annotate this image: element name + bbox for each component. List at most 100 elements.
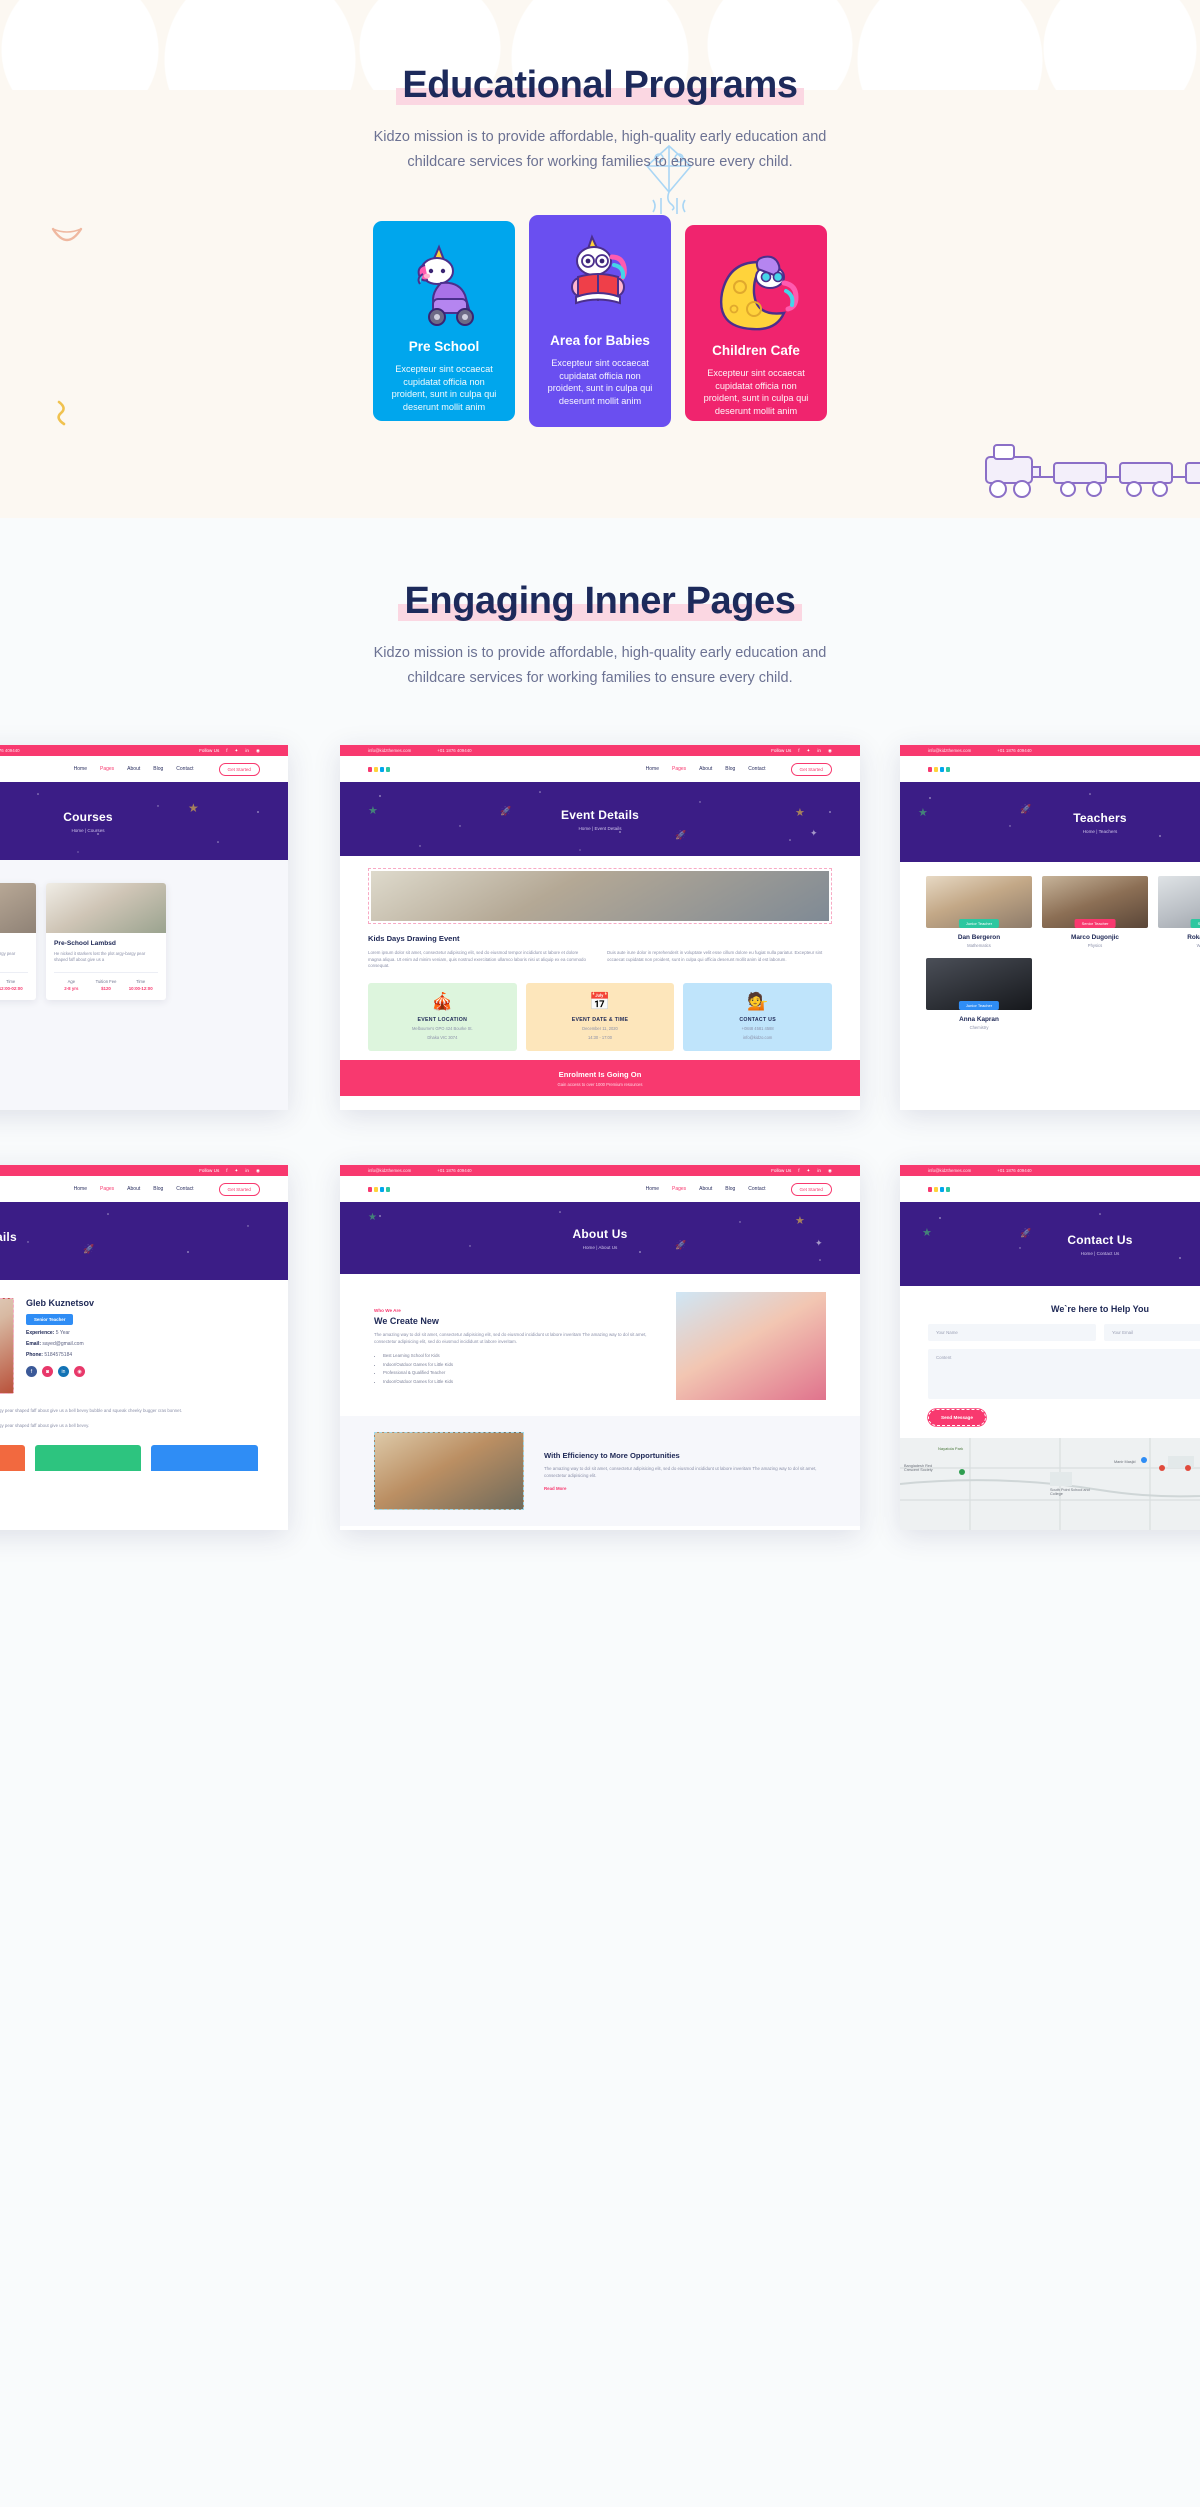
get-started-button[interactable]: Get Started bbox=[218, 762, 260, 776]
get-started-button[interactable]: Get Started bbox=[790, 1182, 832, 1196]
twitter-icon[interactable]: ✦ bbox=[807, 1168, 811, 1174]
info-card-title: EVENT DATE & TIME bbox=[571, 1016, 629, 1023]
nav-home[interactable]: Home bbox=[646, 766, 659, 772]
contact-form-heading: We`re here to Help You bbox=[1050, 1304, 1150, 1314]
course-meta-value: 10:00-12:00 bbox=[128, 985, 153, 991]
kidzo-logo[interactable] bbox=[928, 766, 950, 772]
facebook-icon[interactable]: f bbox=[226, 1168, 227, 1173]
follow-us-label: Follow Us bbox=[199, 748, 220, 753]
mockup-navbar: Home Pages bbox=[900, 1176, 1200, 1202]
facebook-icon[interactable]: f bbox=[26, 1366, 37, 1377]
kidzo-logo[interactable] bbox=[368, 1186, 390, 1192]
nav-blog[interactable]: Blog bbox=[153, 1186, 163, 1192]
nav-pages[interactable]: Pages bbox=[666, 1182, 686, 1195]
dribbble-icon[interactable]: ◉ bbox=[256, 748, 260, 754]
mockup-about-us[interactable]: info@kidzthemes.com +01 1876 409440 Foll… bbox=[340, 1165, 860, 1530]
program-card-area-for-babies[interactable]: Area for Babies Excepteur sint occaecat … bbox=[529, 215, 671, 427]
teacher-card[interactable]: Junior Teacher Anna Kapran Chemistry bbox=[926, 958, 1032, 1030]
map-label-red-crescent: Bangladesh Red Crescent Society bbox=[904, 1464, 933, 1472]
mockup-courses[interactable]: info@kidzthemes.com +01 1876 409440 Foll… bbox=[0, 745, 288, 1110]
read-more-link[interactable]: Read More bbox=[544, 1486, 826, 1491]
teacher-role: Web Developer bbox=[1196, 943, 1200, 948]
kidzo-logo[interactable] bbox=[928, 1186, 950, 1192]
facebook-icon[interactable]: f bbox=[226, 748, 227, 753]
name-input[interactable]: Your Name bbox=[928, 1324, 1096, 1341]
mockup-teacher-details[interactable]: Follow Us f ✦ in ◉ Home Pages About Blog… bbox=[0, 1165, 288, 1530]
nav-home[interactable]: Home bbox=[646, 1186, 659, 1192]
topbar-phone: +01 1876 409440 bbox=[437, 748, 472, 753]
mockup-navbar: Home Pages About Blog Contact Get Starte… bbox=[0, 1176, 288, 1202]
event-contact-card[interactable]: 💁 CONTACT US +0848 4581 4588 info@kidzo.… bbox=[683, 982, 833, 1051]
mockup-hero: ★✈ Courses Home | Courses bbox=[0, 782, 288, 860]
mockup-event-details[interactable]: info@kidzthemes.com +01 1876 409440 Foll… bbox=[340, 745, 860, 1110]
map-label-manir-masjid: Manir Masjid bbox=[1114, 1460, 1136, 1464]
info-card-line1: December 11, 2020 bbox=[582, 1025, 618, 1031]
teacher-card[interactable]: Senior Teacher Marco Dugonjic Physics bbox=[1042, 876, 1148, 948]
unicorn-on-moon-icon bbox=[697, 241, 815, 333]
course-meta-value: 12:00-02:00 bbox=[0, 985, 23, 991]
course-card[interactable]: Junior Lambs He nicked it starkers lost … bbox=[0, 883, 36, 1000]
mockup-teachers[interactable]: info@kidzthemes.com +01 1876 409440 f ✦ … bbox=[900, 745, 1200, 1110]
nav-about[interactable]: About bbox=[699, 1186, 712, 1192]
nav-pages[interactable]: Pages bbox=[666, 762, 686, 775]
linkedin-icon[interactable]: in bbox=[817, 1168, 821, 1173]
topbar-email: info@kidzthemes.com bbox=[368, 1168, 412, 1173]
nav-about[interactable]: About bbox=[699, 766, 712, 772]
teacher-grid: Junior Teacher Dan Bergeron Mathematics … bbox=[926, 876, 1200, 1030]
course-card[interactable]: Pre-School Lambsd He nicked it starkers … bbox=[46, 883, 166, 1000]
dribbble-icon[interactable]: ◉ bbox=[828, 748, 832, 754]
program-card-pre-school[interactable]: Pre School Excepteur sint occaecat cupid… bbox=[373, 221, 515, 421]
facebook-icon[interactable]: f bbox=[798, 1168, 799, 1173]
nav-about[interactable]: About bbox=[127, 766, 140, 772]
send-message-button[interactable]: Send Message bbox=[928, 1409, 986, 1426]
kidzo-logo[interactable] bbox=[368, 766, 390, 772]
event-datetime-card[interactable]: 📅 EVENT DATE & TIME December 11, 2020 14… bbox=[525, 982, 675, 1051]
about-eyebrow: Who We Are bbox=[374, 1308, 401, 1314]
nav-blog[interactable]: Blog bbox=[153, 766, 163, 772]
follow-us-label: Follow Us bbox=[771, 748, 792, 753]
hero-title: Contact Us bbox=[1067, 1232, 1133, 1247]
program-card-children-cafe[interactable]: Children Cafe Excepteur sint occaecat cu… bbox=[685, 225, 827, 421]
nav-contact[interactable]: Contact bbox=[748, 766, 765, 772]
svg-text:★: ★ bbox=[918, 807, 928, 819]
instagram-icon[interactable]: ◙ bbox=[42, 1366, 53, 1377]
email-input[interactable]: Your Email bbox=[1104, 1324, 1200, 1341]
nav-about[interactable]: About bbox=[127, 1186, 140, 1192]
event-photo bbox=[368, 868, 832, 924]
linkedin-icon[interactable]: in bbox=[817, 748, 821, 753]
dribbble-icon[interactable]: ◉ bbox=[256, 1168, 260, 1174]
teacher-role: Physics bbox=[1087, 943, 1103, 948]
nav-pages[interactable]: Pages bbox=[94, 762, 114, 775]
nav-home[interactable]: Home bbox=[74, 1186, 87, 1192]
nav-pages[interactable]: Pages bbox=[94, 1182, 114, 1195]
nav-contact[interactable]: Contact bbox=[176, 766, 193, 772]
nav-blog[interactable]: Blog bbox=[725, 766, 735, 772]
linkedin-icon[interactable]: in bbox=[58, 1366, 69, 1377]
twitter-icon[interactable]: ✦ bbox=[235, 1168, 239, 1174]
park-tent-icon: 🎪 bbox=[431, 991, 453, 1011]
mockup-contact[interactable]: info@kidzthemes.com +01 1876 409440 Home… bbox=[900, 1165, 1200, 1530]
contact-map[interactable]: Nayatola Park Bangladesh Red Crescent So… bbox=[900, 1438, 1200, 1530]
twitter-icon[interactable]: ✦ bbox=[235, 748, 239, 754]
footer-tile-green bbox=[34, 1445, 142, 1471]
nav-blog[interactable]: Blog bbox=[725, 1186, 735, 1192]
twitter-icon[interactable]: ✦ bbox=[807, 748, 811, 754]
nav-contact[interactable]: Contact bbox=[748, 1186, 765, 1192]
linkedin-icon[interactable]: in bbox=[245, 1168, 249, 1173]
facebook-icon[interactable]: f bbox=[798, 748, 799, 753]
inner-pages-title: Engaging Inner Pages bbox=[398, 580, 802, 623]
teacher-card[interactable]: Senior Teacher Rokas Sutkaitis Web Devel… bbox=[1158, 876, 1200, 948]
content-textarea[interactable]: Content bbox=[928, 1349, 1200, 1399]
nav-home[interactable]: Home bbox=[74, 766, 87, 772]
get-started-button[interactable]: Get Started bbox=[790, 762, 832, 776]
event-location-card[interactable]: 🎪 EVENT LOCATION Melbourne's GPO 424 Bou… bbox=[368, 982, 517, 1051]
dribbble-icon[interactable]: ◉ bbox=[828, 1168, 832, 1174]
nav-contact[interactable]: Contact bbox=[176, 1186, 193, 1192]
follow-us-label: Follow Us bbox=[199, 1168, 220, 1173]
teacher-card[interactable]: Junior Teacher Dan Bergeron Mathematics bbox=[926, 876, 1032, 948]
inner-pages-subtitle: Kidzo mission is to provide affordable, … bbox=[373, 645, 827, 686]
program-card-title: Children Cafe bbox=[712, 343, 800, 358]
get-started-button[interactable]: Get Started bbox=[218, 1182, 260, 1196]
dribbble-icon[interactable]: ◉ bbox=[74, 1366, 85, 1377]
linkedin-icon[interactable]: in bbox=[245, 748, 249, 753]
